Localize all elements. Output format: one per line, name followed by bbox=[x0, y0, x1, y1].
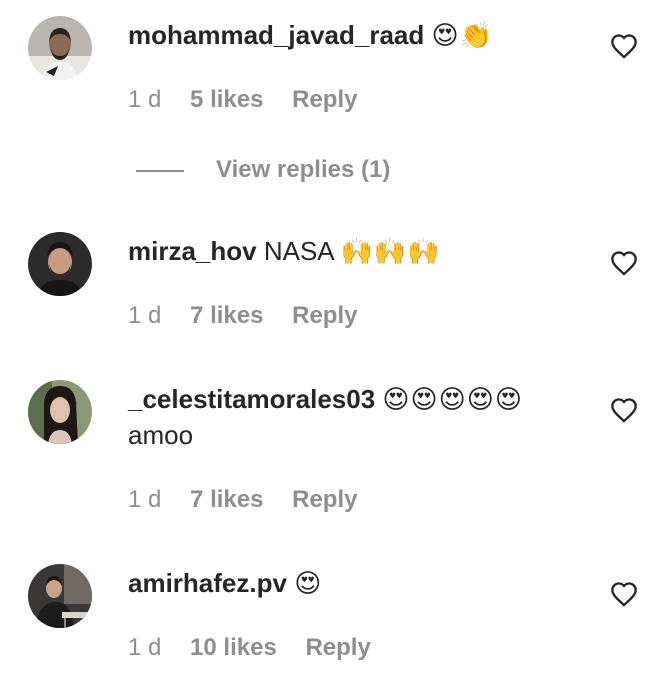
comment-text-line: mirza_hov NASA 🙌🙌🙌 bbox=[128, 235, 441, 267]
user-avatar[interactable] bbox=[28, 380, 92, 444]
comment-text-line: amirhafez.pv 😍 bbox=[128, 567, 322, 599]
comment-username[interactable]: mirza_hov bbox=[128, 236, 257, 266]
comment-likes[interactable]: 7 likes bbox=[190, 486, 263, 513]
comment-text-line: _celestitamorales03 😍😍😍😍😍 bbox=[128, 383, 523, 415]
replies-divider bbox=[136, 170, 184, 172]
comment-meta: 1 d 10 likes Reply bbox=[128, 633, 393, 663]
reply-button[interactable]: Reply bbox=[292, 302, 357, 329]
comment-text: amoo bbox=[128, 420, 194, 450]
comment-time: 1 d bbox=[128, 486, 162, 513]
view-replies[interactable]: View replies (1) bbox=[136, 155, 436, 185]
reply-button[interactable]: Reply bbox=[292, 86, 357, 113]
comment-emojis: 🙌🙌🙌 bbox=[340, 236, 441, 266]
comment-item: mohammad_javad_raad 😍👏 1 d 5 likes Reply bbox=[0, 0, 650, 140]
comment-meta: 1 d 5 likes Reply bbox=[128, 85, 379, 115]
comment-time: 1 d bbox=[128, 634, 162, 661]
comment-item: mirza_hov NASA 🙌🙌🙌 1 d 7 likes Reply bbox=[0, 200, 650, 340]
comment-item: amirhafez.pv 😍 1 d 10 likes Reply bbox=[0, 550, 650, 682]
comment-likes[interactable]: 7 likes bbox=[190, 302, 263, 329]
user-avatar[interactable] bbox=[28, 16, 92, 80]
comment-username[interactable]: _celestitamorales03 bbox=[128, 384, 375, 414]
comment-time: 1 d bbox=[128, 302, 162, 329]
user-avatar[interactable] bbox=[28, 564, 92, 628]
view-replies-button[interactable]: View replies (1) bbox=[216, 155, 390, 185]
reply-button[interactable]: Reply bbox=[305, 634, 370, 661]
heart-outline-icon[interactable] bbox=[610, 250, 638, 276]
comment-username[interactable]: mohammad_javad_raad bbox=[128, 20, 424, 50]
comment-text: NASA bbox=[263, 236, 334, 266]
reply-button[interactable]: Reply bbox=[292, 486, 357, 513]
heart-outline-icon[interactable] bbox=[610, 33, 638, 59]
comment-meta: 1 d 7 likes Reply bbox=[128, 301, 379, 331]
heart-outline-icon[interactable] bbox=[610, 397, 638, 423]
heart-outline-icon[interactable] bbox=[610, 581, 638, 607]
comment-meta: 1 d 7 likes Reply bbox=[128, 485, 379, 515]
comment-username[interactable]: amirhafez.pv bbox=[128, 568, 287, 598]
comment-emojis: 😍😍😍😍😍 bbox=[382, 384, 523, 414]
comment-emojis: 😍👏 bbox=[431, 20, 493, 50]
comment-item: _celestitamorales03 😍😍😍😍😍 amoo 1 d 7 lik… bbox=[0, 360, 650, 540]
comment-likes[interactable]: 10 likes bbox=[190, 634, 277, 661]
user-avatar[interactable] bbox=[28, 232, 92, 296]
comment-likes[interactable]: 5 likes bbox=[190, 86, 263, 113]
comment-text-line: mohammad_javad_raad 😍👏 bbox=[128, 19, 493, 51]
comment-emojis: 😍 bbox=[294, 568, 323, 598]
comment-time: 1 d bbox=[128, 86, 162, 113]
